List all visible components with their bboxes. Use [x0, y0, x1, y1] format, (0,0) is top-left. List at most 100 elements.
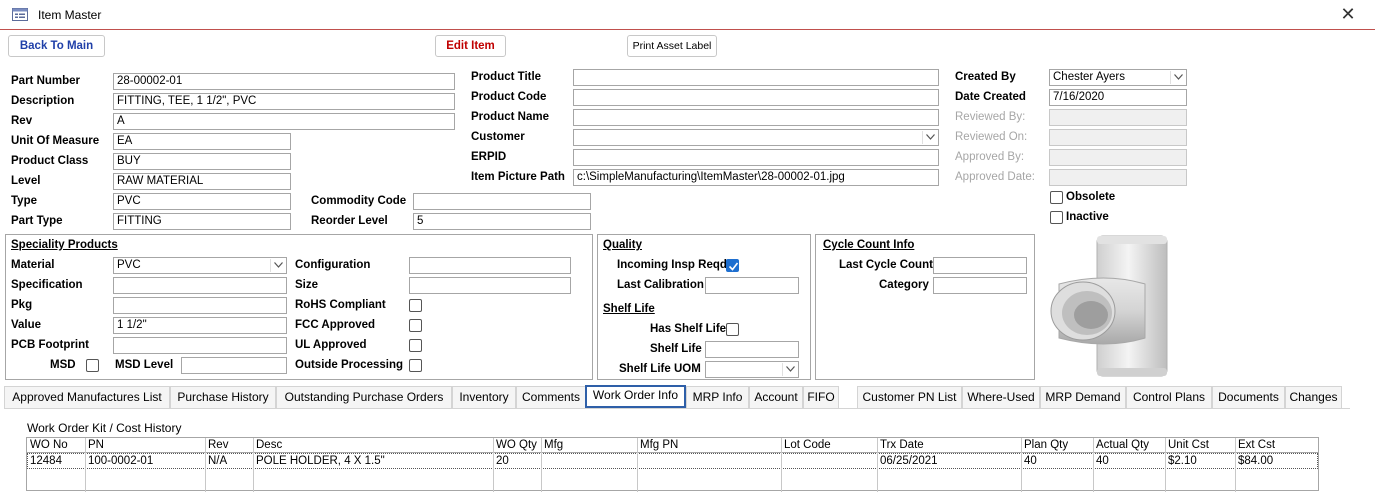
cell-actual-qty[interactable]: 40	[1093, 454, 1165, 469]
window-title: Item Master	[38, 8, 102, 22]
value-field[interactable]: 1 1/2"	[113, 317, 287, 334]
tab-customer-pn-list[interactable]: Customer PN List	[857, 386, 962, 408]
reorder-level-field[interactable]: 5	[413, 213, 591, 230]
fcc-checkbox[interactable]	[409, 319, 422, 332]
column-header-rev[interactable]: Rev	[205, 438, 253, 453]
customer-dropdown[interactable]	[573, 129, 939, 146]
tab-outstanding-purchase-orders[interactable]: Outstanding Purchase Orders	[276, 386, 452, 408]
material-dropdown[interactable]: PVC	[113, 257, 287, 274]
edit-item-button[interactable]: Edit Item	[435, 35, 506, 57]
ul-checkbox[interactable]	[409, 339, 422, 352]
tab-inventory[interactable]: Inventory	[452, 386, 516, 408]
description-field[interactable]: FITTING, TEE, 1 1/2", PVC	[113, 93, 455, 110]
created-by-value: Chester Ayers	[1053, 71, 1126, 83]
configuration-field[interactable]	[409, 257, 571, 274]
outside-processing-checkbox[interactable]	[409, 359, 422, 372]
tab-mrp-demand[interactable]: MRP Demand	[1040, 386, 1126, 408]
shelf-life-uom-dropdown[interactable]	[705, 361, 799, 378]
reviewed-on-label: Reviewed On:	[955, 131, 1028, 143]
form-icon	[12, 8, 28, 21]
column-header-mfg[interactable]: Mfg	[541, 438, 637, 453]
cell-unit-cst[interactable]: $2.10	[1165, 454, 1235, 469]
column-header-mfg-pn[interactable]: Mfg PN	[637, 438, 781, 453]
chevron-down-icon[interactable]	[782, 363, 797, 376]
last-calibration-field[interactable]	[705, 277, 799, 294]
has-shelf-life-checkbox[interactable]	[726, 323, 739, 336]
product-name-field[interactable]	[573, 109, 939, 126]
column-header-ext-cst[interactable]: Ext Cst	[1235, 438, 1318, 453]
uom-field[interactable]: EA	[113, 133, 291, 150]
rohs-label: RoHS Compliant	[295, 299, 386, 311]
pkg-field[interactable]	[113, 297, 287, 314]
specification-field[interactable]	[113, 277, 287, 294]
tab-documents[interactable]: Documents	[1212, 386, 1285, 408]
date-created-field[interactable]: 7/16/2020	[1049, 89, 1187, 106]
inactive-checkbox[interactable]	[1050, 211, 1063, 224]
customer-label: Customer	[471, 131, 525, 143]
work-order-grid: WO No PN Rev Desc WO Qty Mfg Mfg PN Lot …	[26, 437, 1319, 492]
last-calibration-label: Last Calibration	[617, 279, 704, 291]
pcb-footprint-field[interactable]	[113, 337, 287, 354]
print-asset-label-button[interactable]: Print Asset Label	[627, 35, 717, 57]
erpid-field[interactable]	[573, 149, 939, 166]
tab-strip: Approved Manufactures List Purchase Hist…	[4, 385, 1342, 408]
cell-pn[interactable]: 100-0002-01	[85, 454, 205, 469]
cell-plan-qty[interactable]: 40	[1021, 454, 1093, 469]
level-field[interactable]: RAW MATERIAL	[113, 173, 291, 190]
column-header-wo-no[interactable]: WO No	[27, 438, 85, 453]
chevron-down-icon[interactable]	[270, 259, 285, 272]
cell-trx-date[interactable]: 06/25/2021	[877, 454, 1021, 469]
column-header-actual-qty[interactable]: Actual Qty	[1093, 438, 1165, 453]
picture-path-field[interactable]: c:\SimpleManufacturing\ItemMaster\28-000…	[573, 169, 939, 186]
tab-where-used[interactable]: Where-Used	[962, 386, 1040, 408]
part-number-field[interactable]: 28-00002-01	[113, 73, 455, 90]
reviewed-by-label: Reviewed By:	[955, 111, 1026, 123]
column-header-wo-qty[interactable]: WO Qty	[493, 438, 541, 453]
tab-approved-manufactures-list[interactable]: Approved Manufactures List	[4, 386, 170, 408]
category-field[interactable]	[933, 277, 1027, 294]
back-to-main-button[interactable]: Back To Main	[8, 35, 105, 57]
tab-mrp-info[interactable]: MRP Info	[686, 386, 749, 408]
type-field[interactable]: PVC	[113, 193, 291, 210]
cell-wo-no[interactable]: 12484	[27, 454, 85, 469]
chevron-down-icon[interactable]	[1170, 71, 1185, 84]
column-header-unit-cst[interactable]: Unit Cst	[1165, 438, 1235, 453]
cell-wo-qty[interactable]: 20	[493, 454, 541, 469]
created-by-dropdown[interactable]: Chester Ayers	[1049, 69, 1187, 86]
column-header-pn[interactable]: PN	[85, 438, 205, 453]
msd-level-field[interactable]	[181, 357, 287, 374]
commodity-code-field[interactable]	[413, 193, 591, 210]
cell-ext-cst[interactable]: $84.00	[1235, 454, 1318, 469]
product-class-field[interactable]: BUY	[113, 153, 291, 170]
checkmark-icon	[728, 262, 739, 271]
tab-work-order-info[interactable]: Work Order Info	[585, 385, 686, 408]
tab-purchase-history[interactable]: Purchase History	[170, 386, 276, 408]
tab-account[interactable]: Account	[749, 386, 803, 408]
tab-changes[interactable]: Changes	[1285, 386, 1342, 408]
column-header-desc[interactable]: Desc	[253, 438, 493, 453]
product-code-field[interactable]	[573, 89, 939, 106]
part-type-field[interactable]: FITTING	[113, 213, 291, 230]
column-header-plan-qty[interactable]: Plan Qty	[1021, 438, 1093, 453]
cell-desc[interactable]: POLE HOLDER, 4 X 1.5"	[253, 454, 493, 469]
configuration-label: Configuration	[295, 259, 371, 271]
approved-by-field	[1049, 149, 1187, 166]
last-cycle-count-field[interactable]	[933, 257, 1027, 274]
obsolete-checkbox[interactable]	[1050, 191, 1063, 204]
tab-fifo[interactable]: FIFO	[803, 386, 839, 408]
msd-checkbox[interactable]	[86, 359, 99, 372]
cell-rev[interactable]: N/A	[205, 454, 253, 469]
close-icon[interactable]: ✕	[1338, 4, 1358, 25]
column-header-trx-date[interactable]: Trx Date	[877, 438, 1021, 453]
shelf-life-field[interactable]	[705, 341, 799, 358]
date-created-label: Date Created	[955, 91, 1026, 103]
rohs-checkbox[interactable]	[409, 299, 422, 312]
chevron-down-icon[interactable]	[922, 131, 937, 144]
incoming-insp-checkbox[interactable]	[726, 259, 739, 272]
tab-control-plans[interactable]: Control Plans	[1126, 386, 1212, 408]
column-header-lot-code[interactable]: Lot Code	[781, 438, 877, 453]
tab-comments[interactable]: Comments	[516, 386, 586, 408]
product-title-field[interactable]	[573, 69, 939, 86]
rev-field[interactable]: A	[113, 113, 455, 130]
size-field[interactable]	[409, 277, 571, 294]
